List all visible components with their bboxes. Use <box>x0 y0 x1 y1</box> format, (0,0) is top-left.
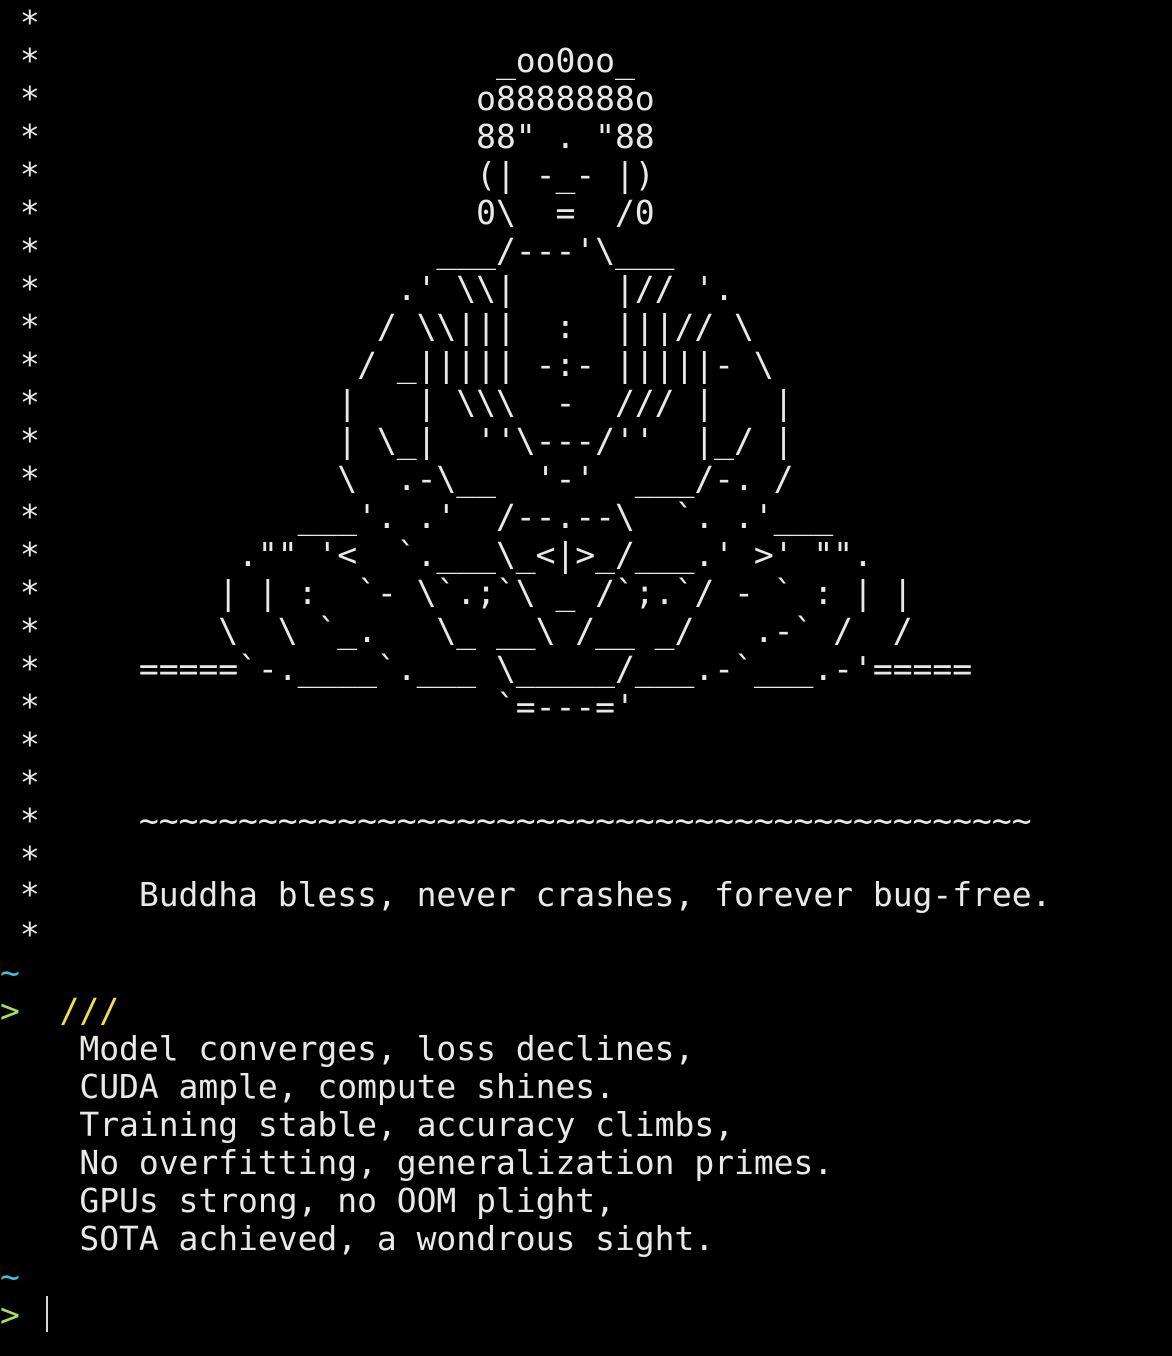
banner-line: * _oo0oo_ <box>0 41 635 80</box>
input-line[interactable]: > <box>0 1296 20 1334</box>
text-cursor[interactable] <box>46 1296 48 1332</box>
prompt-marker: > <box>0 1295 20 1334</box>
banner-line: * =====`-.____`.___ \_____/___.-`___.-'=… <box>0 649 973 688</box>
terminal-window[interactable]: * * _oo0oo_ * o8888888o * 88" . "88 * (|… <box>0 0 1172 1356</box>
banner-line: * / \\||| : |||// \ <box>0 307 754 346</box>
banner-line: * ___/---'\___ <box>0 231 675 270</box>
banner-line: * 0\ = /0 <box>0 193 655 232</box>
prompt-line: > /// <box>0 992 119 1030</box>
poem-line: CUDA ample, compute shines. <box>0 1067 615 1106</box>
prompt-marker: > <box>0 991 20 1030</box>
banner-line: * / _||||| -:- |||||- \ <box>0 345 774 384</box>
empty-line-tilde: ~ <box>0 1257 20 1296</box>
banner-line: * o8888888o <box>0 79 655 118</box>
poem-line: Training stable, accuracy climbs, <box>0 1105 734 1144</box>
banner-line: * \ \ `_. \_ __\ /__ _/ .-` / / <box>0 611 913 650</box>
banner-line: * <box>0 763 40 802</box>
comment-slashes: /// <box>59 991 120 1030</box>
banner-line: * ~~~~~~~~~~~~~~~~~~~~~~~~~~~~~~~~~~~~~~… <box>0 801 1032 840</box>
banner-line: * | \_| ''\---/'' |_/ | <box>0 421 794 460</box>
banner-line: * \ .-\__ '-' ___/-. / <box>0 459 794 498</box>
banner-line: * <box>0 915 40 954</box>
banner-line: * ___'. .' /--.--\ `. .'___ <box>0 497 834 536</box>
banner-line: * (| -_- |) <box>0 155 655 194</box>
empty-line-tilde: ~ <box>0 953 20 992</box>
blessing-line: * Buddha bless, never crashes, forever b… <box>0 875 1052 914</box>
banner-line: * 88" . "88 <box>0 117 655 156</box>
poem-line: No overfitting, generalization primes. <box>0 1143 834 1182</box>
banner-line: * ."" '< `.___\_<|>_/___.' >' "". <box>0 535 873 574</box>
banner-line: * `=---=' <box>0 687 635 726</box>
poem-line: SOTA achieved, a wondrous sight. <box>0 1219 715 1258</box>
poem-line: Model converges, loss declines, <box>0 1029 695 1068</box>
banner-line: * <box>0 3 40 42</box>
banner-line: * | | : `- \`.;`\ _ /`;.`/ - ` : | | <box>0 573 913 612</box>
banner-line: * | | \\\ - /// | | <box>0 383 794 422</box>
banner-line: * <box>0 839 40 878</box>
banner-line: * .' \\| |// '. <box>0 269 734 308</box>
poem-line: GPUs strong, no OOM plight, <box>0 1181 615 1220</box>
banner-line: * <box>0 725 40 764</box>
